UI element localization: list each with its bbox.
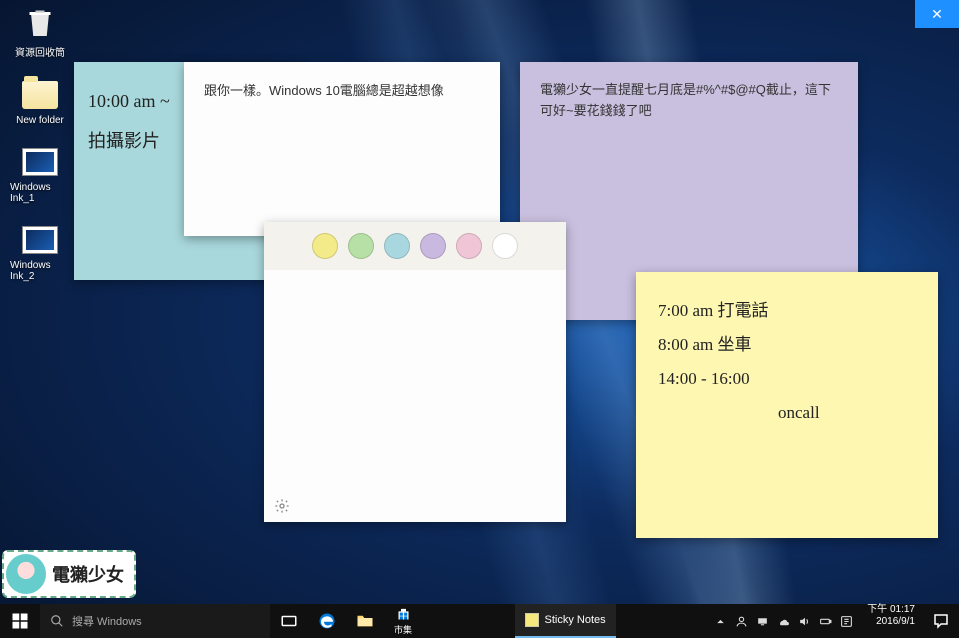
notification-icon xyxy=(932,612,950,630)
clock-time: 下午 01:17 xyxy=(867,604,915,616)
taskbar-app-sticky-notes[interactable]: Sticky Notes xyxy=(515,604,616,638)
folder-icon xyxy=(356,612,374,630)
clock-date: 2016/9/1 xyxy=(867,616,915,628)
sticky-note-color-picker[interactable] xyxy=(264,222,566,522)
tray-volume-icon[interactable] xyxy=(798,615,811,628)
taskview-icon xyxy=(280,612,298,630)
desktop[interactable]: 資源回收筒 New folder Windows Ink_1 Windows I… xyxy=(0,0,959,638)
color-picker-header xyxy=(264,222,566,270)
taskbar: 搜尋 Windows 市集 Sticky Notes xyxy=(0,604,959,638)
ink1-icon[interactable]: Windows Ink_1 xyxy=(10,144,70,204)
color-green[interactable] xyxy=(348,233,374,259)
store-label: 市集 xyxy=(394,623,412,636)
sticky-notes-icon xyxy=(525,613,539,627)
tray-onedrive-icon[interactable] xyxy=(777,615,790,628)
watermark-text: 電獺少女 xyxy=(52,561,124,587)
edge-button[interactable] xyxy=(308,604,346,638)
desktop-icons: 資源回收筒 New folder Windows Ink_1 Windows I… xyxy=(10,6,70,282)
watermark-badge: 電獺少女 xyxy=(2,550,136,598)
tray-people-icon[interactable] xyxy=(735,615,748,628)
note-yellow-line4: oncall xyxy=(658,396,916,430)
note-purple-text: 電獺少女一直提醒七月底是#%^#$@#Q截止，這下可好~要花錢錢了吧 xyxy=(540,80,838,122)
note-yellow-line2: 8:00 am 坐車 xyxy=(658,328,916,362)
color-blue[interactable] xyxy=(384,233,410,259)
sticky-note-white[interactable]: 跟你一樣。Windows 10電腦總是超越想像 xyxy=(184,62,500,236)
color-purple[interactable] xyxy=(420,233,446,259)
tray-ime-icon[interactable] xyxy=(840,615,853,628)
ink1-label: Windows Ink_1 xyxy=(10,182,70,204)
store-icon xyxy=(396,607,411,622)
sticky-note-yellow[interactable]: 7:00 am 打電話 8:00 am 坐車 14:00 - 16:00 onc… xyxy=(636,272,938,538)
note-white-text: 跟你一樣。Windows 10電腦總是超越想像 xyxy=(204,80,480,99)
edge-icon xyxy=(318,612,336,630)
close-button[interactable]: ✕ xyxy=(915,0,959,28)
tray-battery-icon[interactable] xyxy=(819,615,832,628)
note-yellow-line1: 7:00 am 打電話 xyxy=(658,294,916,328)
taskbar-clock[interactable]: 下午 01:17 2016/9/1 xyxy=(859,604,923,638)
watermark-avatar xyxy=(6,554,46,594)
taskview-button[interactable] xyxy=(270,604,308,638)
explorer-button[interactable] xyxy=(346,604,384,638)
start-button[interactable] xyxy=(0,604,40,638)
color-yellow[interactable] xyxy=(312,233,338,259)
tray-network-icon[interactable] xyxy=(756,615,769,628)
search-box[interactable]: 搜尋 Windows xyxy=(40,604,270,638)
close-icon: ✕ xyxy=(931,6,943,23)
ink2-label: Windows Ink_2 xyxy=(10,260,70,282)
search-icon xyxy=(50,614,64,628)
new-folder-label: New folder xyxy=(16,115,64,126)
recycle-bin-label: 資源回收筒 xyxy=(15,44,65,59)
action-center-button[interactable] xyxy=(923,604,959,638)
new-folder-icon[interactable]: New folder xyxy=(10,77,70,126)
sticky-notes-label: Sticky Notes xyxy=(545,614,606,626)
color-pink[interactable] xyxy=(456,233,482,259)
ink2-icon[interactable]: Windows Ink_2 xyxy=(10,222,70,282)
recycle-bin-icon[interactable]: 資源回收筒 xyxy=(10,6,70,59)
store-button[interactable]: 市集 xyxy=(384,604,422,638)
note-yellow-line3: 14:00 - 16:00 xyxy=(658,362,916,396)
gear-icon[interactable] xyxy=(274,498,290,514)
system-tray xyxy=(708,604,859,638)
tray-chevron-up-icon[interactable] xyxy=(714,615,727,628)
search-placeholder: 搜尋 Windows xyxy=(72,613,142,629)
color-white[interactable] xyxy=(492,233,518,259)
